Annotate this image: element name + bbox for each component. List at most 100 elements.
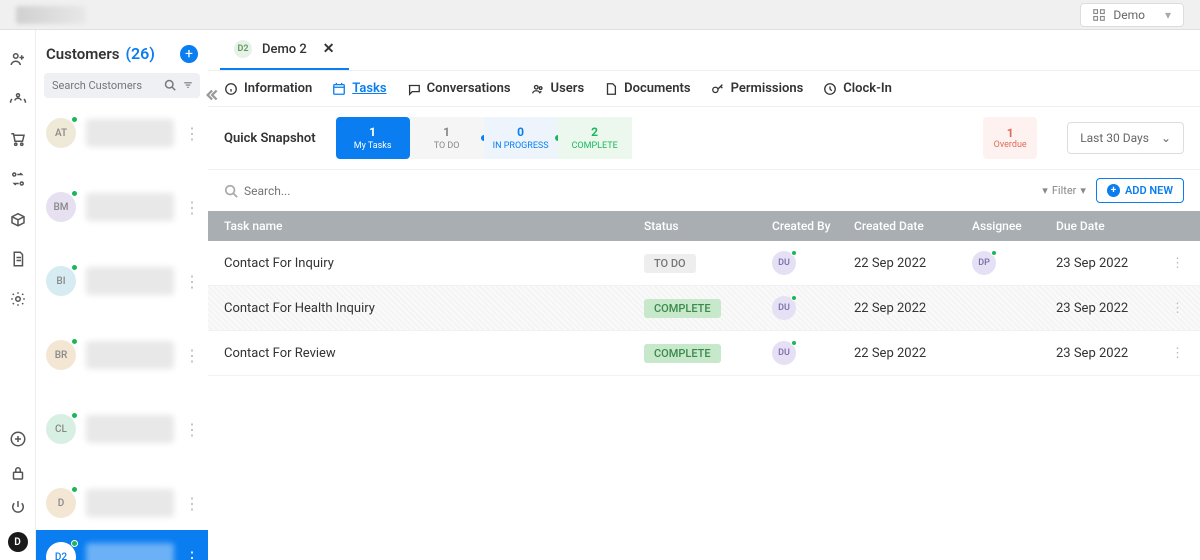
customer-tab[interactable]: D2 Demo 2 ✕ — [220, 30, 349, 70]
tab-badge: D2 — [234, 40, 252, 58]
tab-conversations[interactable]: Conversations — [407, 81, 511, 96]
table-body: Contact For Inquiry TO DO DU 22 Sep 2022… — [208, 241, 1200, 376]
date-range-dropdown[interactable]: Last 30 Days⌄ — [1067, 122, 1184, 154]
document-icon[interactable] — [9, 250, 27, 268]
presence-dot — [71, 116, 78, 123]
workspace-label: Demo — [1113, 8, 1145, 22]
cart-icon[interactable] — [9, 130, 27, 148]
customer-name-blurred — [86, 543, 174, 560]
customer-item[interactable]: CL⋮ — [36, 402, 208, 456]
cell-created-date: 22 Sep 2022 — [854, 301, 972, 316]
tab-permissions[interactable]: Permissions — [711, 81, 804, 96]
cell-task-name: Contact For Health Inquiry — [224, 301, 644, 316]
user-avatar-dot[interactable]: D — [8, 532, 28, 552]
community-icon[interactable] — [9, 90, 27, 108]
key-icon — [711, 82, 725, 96]
doc-icon — [604, 82, 618, 96]
tab-clockin[interactable]: Clock-In — [823, 81, 892, 96]
customer-menu-icon[interactable]: ⋮ — [184, 124, 198, 143]
cell-due-date: 23 Sep 2022 — [1056, 301, 1164, 316]
tab-label: Demo 2 — [262, 42, 307, 57]
customer-avatar: BI — [46, 266, 76, 296]
customer-item[interactable]: D2 ⋮ — [36, 530, 208, 560]
row-menu-icon[interactable]: ⋮ — [1164, 346, 1184, 361]
presence-dot — [71, 190, 78, 197]
chevron-down-icon: ⌄ — [1161, 131, 1171, 145]
customer-name-blurred — [86, 489, 174, 517]
customer-item[interactable]: AT⋮ — [36, 106, 208, 160]
customer-name-blurred — [86, 267, 174, 295]
add-customer-button[interactable]: + — [180, 45, 198, 63]
customer-menu-icon[interactable]: ⋮ — [184, 272, 198, 291]
table-row[interactable]: Contact For Inquiry TO DO DU 22 Sep 2022… — [208, 241, 1200, 286]
snapshot-inprogress[interactable]: 0IN PROGRESS — [484, 117, 558, 159]
customers-sidebar: Customers (26) + AT⋮BM⋮BI⋮BR⋮CL⋮D⋮D2⋮ — [36, 30, 208, 560]
tab-users[interactable]: Users — [531, 81, 585, 96]
customer-item[interactable]: BM ⋮ — [36, 180, 208, 234]
customer-menu-icon[interactable]: ⋮ — [184, 346, 198, 365]
grid-icon — [1093, 9, 1105, 21]
customer-item[interactable]: BI ⋮ — [36, 254, 208, 308]
customer-menu-icon[interactable]: ⋮ — [184, 198, 198, 217]
presence-dot — [71, 540, 78, 547]
cell-created-by: DU — [772, 341, 854, 365]
filter-settings-icon[interactable] — [182, 79, 194, 91]
presence-dot — [71, 338, 78, 345]
search-customers-input[interactable] — [44, 73, 200, 98]
col-created-date: Created Date — [854, 219, 972, 233]
cell-status: TO DO — [644, 254, 772, 273]
snapshot-complete[interactable]: 2COMPLETE — [558, 117, 632, 159]
customer-menu-icon[interactable]: ⋮ — [184, 494, 198, 513]
gear-icon[interactable] — [9, 290, 27, 308]
customer-menu-icon[interactable]: ⋮ — [184, 420, 198, 439]
cell-created-by: DU — [772, 296, 854, 320]
tasks-icon — [332, 82, 346, 96]
customer-menu-icon[interactable]: ⋮ — [184, 548, 198, 560]
tab-information[interactable]: Information — [224, 81, 312, 96]
power-icon[interactable] — [9, 498, 27, 516]
filter-button[interactable]: ▾Filter▾ — [1042, 184, 1086, 197]
nav-rail: D — [0, 30, 36, 560]
add-new-button[interactable]: +ADD NEW — [1096, 178, 1184, 203]
customer-name-blurred — [86, 415, 174, 443]
cell-created-by: DU — [772, 251, 854, 275]
tab-documents[interactable]: Documents — [604, 81, 690, 96]
customer-avatar: D2 — [46, 542, 76, 560]
customer-avatar: BM — [46, 192, 76, 222]
sidebar-count: (26) — [125, 44, 154, 63]
table-row[interactable]: Contact For Review COMPLETE DU 22 Sep 20… — [208, 331, 1200, 376]
task-search-input[interactable] — [244, 184, 1032, 198]
cell-status: COMPLETE — [644, 344, 772, 363]
plus-circle-icon[interactable] — [9, 430, 27, 448]
workspace-dropdown[interactable]: Demo ▾ — [1080, 3, 1184, 27]
cell-created-date: 22 Sep 2022 — [854, 256, 972, 271]
lock-icon[interactable] — [9, 464, 27, 482]
table-header: Task name Status Created By Created Date… — [208, 211, 1200, 241]
close-tab-icon[interactable]: ✕ — [323, 41, 335, 57]
customer-item[interactable]: BR⋮ — [36, 328, 208, 382]
snapshot-mytasks[interactable]: 1My Tasks — [336, 117, 410, 159]
row-menu-icon[interactable]: ⋮ — [1164, 256, 1184, 271]
clock-icon — [823, 82, 837, 96]
customer-item[interactable]: D⋮ — [36, 476, 208, 530]
snapshot-overdue[interactable]: 1Overdue — [983, 117, 1037, 159]
customer-avatar: D — [46, 488, 76, 518]
snapshot-todo[interactable]: 1TO DO — [410, 117, 484, 159]
collapse-sidebar-icon[interactable] — [202, 86, 220, 104]
col-status: Status — [644, 219, 772, 233]
users-icon — [531, 82, 545, 96]
transfer-icon[interactable] — [9, 170, 27, 188]
cell-due-date: 23 Sep 2022 — [1056, 346, 1164, 361]
package-icon[interactable] — [9, 210, 27, 228]
tab-tasks[interactable]: Tasks — [332, 81, 386, 96]
presence-dot — [71, 264, 78, 271]
table-row[interactable]: Contact For Health Inquiry COMPLETE DU 2… — [208, 286, 1200, 331]
chat-icon — [407, 82, 421, 96]
cell-status: COMPLETE — [644, 299, 772, 318]
customer-name-blurred — [86, 193, 174, 221]
cell-assignee: DP — [972, 251, 1056, 275]
add-person-icon[interactable] — [9, 50, 27, 68]
col-assignee: Assignee — [972, 219, 1056, 233]
search-icon[interactable] — [164, 79, 176, 91]
row-menu-icon[interactable]: ⋮ — [1164, 301, 1184, 316]
